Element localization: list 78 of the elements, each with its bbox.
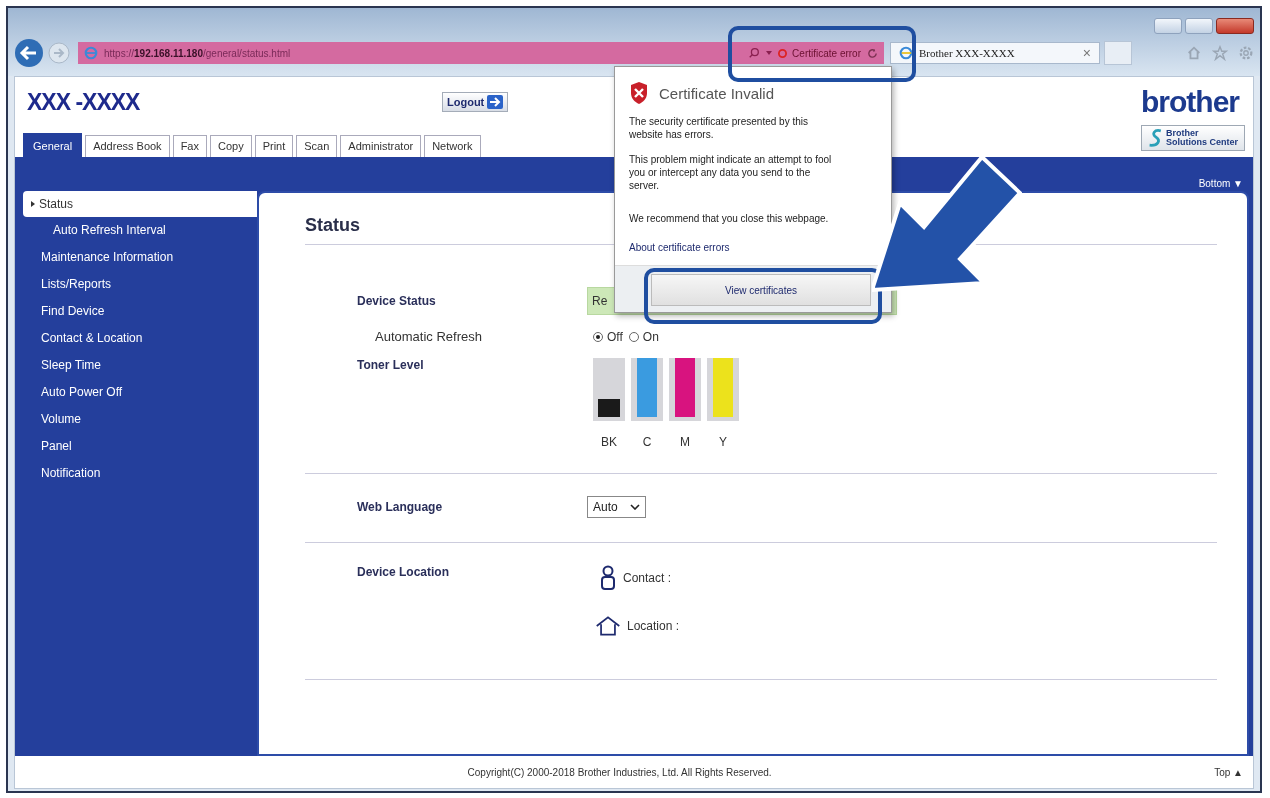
language-dropdown[interactable]: Auto: [587, 496, 646, 518]
star-icon[interactable]: [1212, 45, 1228, 61]
caret-icon[interactable]: [766, 51, 773, 55]
field-label: Automatic Refresh: [374, 329, 483, 344]
popup-text: This problem might indicate an attempt to fool you or intercept any data you send to the server.: [629, 153, 833, 192]
browser-tab[interactable]: Brother XXX-XXXX ×: [890, 42, 1100, 64]
sidebar-item[interactable]: Sleep Time: [23, 352, 247, 379]
nav-tab[interactable]: Fax: [172, 135, 207, 157]
sidebar-item[interactable]: Volume: [23, 406, 247, 433]
popup-title: Certificate Invalid: [659, 84, 775, 102]
nav-tab[interactable]: Copy: [209, 135, 252, 157]
nav-tab[interactable]: Scan: [296, 135, 338, 157]
field-label: Device Status: [357, 294, 437, 308]
toner-label: M: [680, 435, 690, 449]
search-icon[interactable]: [748, 47, 761, 59]
field-label: Toner Level: [357, 358, 425, 372]
top-link[interactable]: Top ▲: [1214, 766, 1243, 778]
toner-label: Y: [719, 435, 727, 449]
model-name: XXX -XXXX: [27, 88, 141, 116]
sidebar-item[interactable]: Auto Power Off: [23, 379, 247, 406]
toner-label: C: [642, 435, 652, 449]
new-tab-button[interactable]: [1104, 41, 1132, 65]
shield-error-icon: [629, 81, 649, 105]
toner-gauge: [631, 358, 663, 421]
toner-gauge: [707, 358, 739, 421]
nav-tab[interactable]: Administrator: [340, 135, 422, 157]
home-icon[interactable]: [1186, 45, 1202, 61]
logout-icon: [487, 95, 504, 109]
certificate-error-button[interactable]: Certificate error: [778, 47, 861, 59]
sidebar-item[interactable]: Lists/Reports: [23, 271, 247, 298]
error-icon: [778, 48, 788, 58]
sidebar-item[interactable]: Contact & Location: [23, 325, 247, 352]
tab-title: Brother XXX-XXXX: [919, 47, 1016, 59]
sidebar-item[interactable]: Find Device: [23, 298, 247, 325]
bottom-link[interactable]: Bottom ▼: [1198, 178, 1243, 189]
toner-label: BK: [601, 435, 617, 449]
sidebar-item[interactable]: Status: [23, 191, 257, 217]
nav-tab[interactable]: Network: [424, 135, 481, 157]
radio-option[interactable]: On: [628, 329, 659, 344]
page-icon: [899, 46, 913, 60]
nav-tab[interactable]: Print: [254, 135, 294, 157]
back-icon[interactable]: [14, 38, 44, 68]
forward-icon[interactable]: [48, 42, 70, 64]
contact-label: Contact :: [623, 571, 672, 585]
about-link[interactable]: About certificate errors: [629, 242, 730, 253]
copyright-text: Copyright(C) 2000-2018 Brother Industries, Ltd. All Rights Reserved.: [467, 766, 772, 778]
radio-option[interactable]: Off: [593, 329, 623, 344]
location-label: Location :: [627, 619, 680, 633]
popup-text: We recommend that you close this webpage.: [629, 212, 830, 225]
toner-gauge: [669, 358, 701, 421]
sidebar-item[interactable]: Notification: [23, 460, 247, 487]
popup-text: The security certificate presented by this website has errors.: [629, 115, 809, 141]
field-label: Web Language: [357, 500, 444, 514]
sidebar-item[interactable]: Panel: [23, 433, 247, 460]
brand-logo: brother: [1141, 85, 1239, 119]
close-tab-button[interactable]: ×: [1082, 45, 1091, 61]
house-icon: [595, 615, 621, 637]
nav-tab[interactable]: Address Book: [85, 135, 170, 157]
chevron-icon: [629, 504, 640, 510]
nav-tab[interactable]: General: [23, 133, 83, 157]
swoosh-icon: [1148, 128, 1164, 148]
sidebar-item[interactable]: Auto Refresh Interval: [23, 217, 247, 244]
minimize-button[interactable]: [1154, 18, 1182, 34]
toner-gauge: [593, 358, 625, 421]
url-text: https://192.168.11.180/general/status.html: [104, 47, 291, 59]
address-bar[interactable]: https://192.168.11.180/general/status.html Certificate error: [78, 42, 884, 64]
close-button[interactable]: [1216, 18, 1254, 34]
field-label: Device Location: [357, 565, 451, 579]
button-label: Brother Solutions Center: [1166, 129, 1238, 147]
logout-button[interactable]: Logout: [442, 92, 509, 112]
person-icon: [599, 565, 617, 591]
settings-icon[interactable]: [1238, 45, 1254, 61]
sidebar-item[interactable]: Maintenance Information: [23, 244, 247, 271]
solutions-center-button[interactable]: Brother Solutions Center: [1141, 125, 1245, 151]
maximize-button[interactable]: [1185, 18, 1213, 34]
view-certificates-button[interactable]: View certificates: [651, 274, 871, 306]
refresh-icon[interactable]: [867, 47, 878, 59]
page-icon: [84, 46, 98, 60]
